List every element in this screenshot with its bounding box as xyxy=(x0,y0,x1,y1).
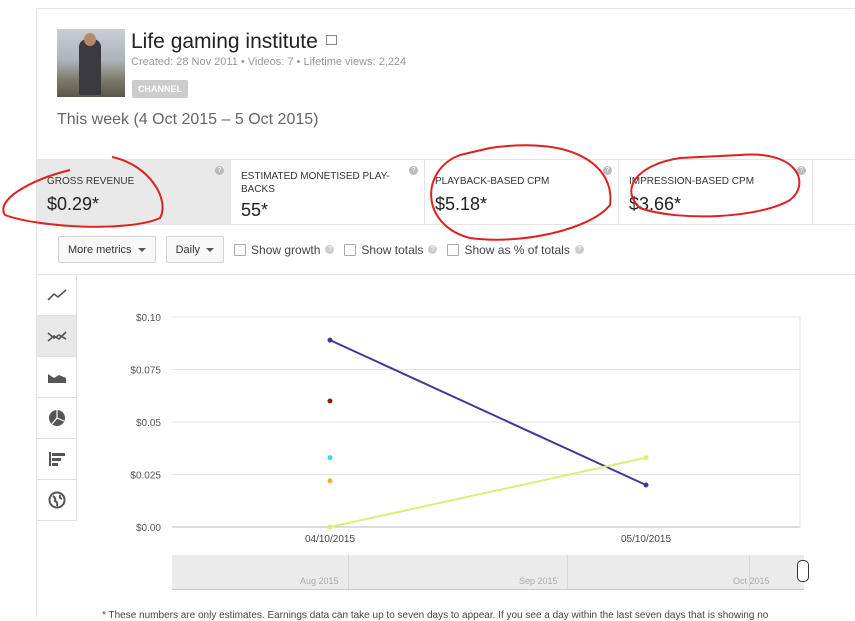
range-handle[interactable] xyxy=(797,560,809,582)
nav-label: Sep 2015 xyxy=(519,576,558,586)
date-range: This week (4 Oct 2015 – 5 Oct 2015) xyxy=(57,111,319,128)
x-tick-label: 05/10/2015 xyxy=(621,534,671,545)
series-line xyxy=(329,339,647,486)
line-chart-icon[interactable] xyxy=(37,275,77,316)
channel-avatar xyxy=(57,29,125,97)
help-icon[interactable]: ? xyxy=(325,245,335,254)
y-tick-label: $0.025 xyxy=(130,471,161,482)
x-tick-label: 04/10/2015 xyxy=(305,534,355,545)
metric-monetised-playbacks[interactable]: ? ESTIMATED MONETISED PLAY-BACKS 55* xyxy=(231,160,425,224)
help-icon[interactable]: ? xyxy=(428,245,438,254)
metric-impression-cpm[interactable]: ? IMPRESSION-BASED CPM $3.66* xyxy=(619,160,813,224)
nav-label: Aug 2015 xyxy=(300,576,339,586)
data-point xyxy=(327,337,333,343)
chart-type-selector xyxy=(37,275,77,521)
show-totals-checkbox[interactable]: Show totals? xyxy=(344,243,438,257)
channel-badge: CHANNEL xyxy=(132,80,188,98)
caret-down-icon xyxy=(137,247,146,252)
y-tick-label: $0.00 xyxy=(136,523,161,534)
timeline-navigator[interactable]: Aug 2015 Sep 2015 Oct 2015 xyxy=(172,555,809,590)
external-link-icon[interactable] xyxy=(325,35,337,45)
show-growth-checkbox[interactable]: Show growth? xyxy=(234,243,335,257)
channel-meta: Created: 28 Nov 2011 • Videos: 7 • Lifet… xyxy=(131,56,407,68)
divider xyxy=(37,274,855,275)
chart-controls: More metrics Daily Show growth? Show tot… xyxy=(58,236,584,263)
help-icon[interactable]: ? xyxy=(409,166,418,175)
metric-tabs: ? GROSS REVENUE $0.29* ? ESTIMATED MONETISE… xyxy=(37,159,855,225)
more-metrics-button[interactable]: More metrics xyxy=(58,236,156,263)
data-point xyxy=(643,482,649,488)
help-icon[interactable]: ? xyxy=(574,245,584,254)
data-point xyxy=(643,455,649,461)
series-line xyxy=(329,456,647,528)
data-point xyxy=(327,524,333,530)
data-point xyxy=(327,455,333,461)
bar-chart-icon[interactable] xyxy=(37,439,77,480)
y-tick-label: $0.05 xyxy=(136,418,161,429)
caret-down-icon xyxy=(206,247,215,252)
help-icon[interactable]: ? xyxy=(215,166,224,175)
metric-gross-revenue[interactable]: ? GROSS REVENUE $0.29* xyxy=(37,160,231,224)
data-point xyxy=(327,398,333,404)
channel-title[interactable]: Life gaming institute xyxy=(131,30,337,54)
multiline-chart-icon[interactable] xyxy=(37,316,77,357)
y-tick-label: $0.075 xyxy=(130,366,161,377)
revenue-chart: $0.00 $0.025 $0.05 $0.075 $0.10 04/10/2015 05/… xyxy=(130,313,801,545)
interval-dropdown[interactable]: Daily xyxy=(165,236,225,263)
stacked-area-icon[interactable] xyxy=(37,357,77,398)
footnote: * These numbers are only estimates. Earn… xyxy=(102,610,769,621)
show-pct-totals-checkbox[interactable]: Show as % of totals? xyxy=(447,243,584,257)
metric-playback-cpm[interactable]: ? PLAYBACK-BASED CPM $5.18* xyxy=(425,160,619,224)
help-icon[interactable]: ? xyxy=(603,166,612,175)
data-point xyxy=(327,478,333,484)
pie-chart-icon[interactable] xyxy=(37,398,77,439)
map-icon[interactable] xyxy=(37,480,77,521)
help-icon[interactable]: ? xyxy=(797,166,806,175)
nav-label: Oct 2015 xyxy=(733,576,770,586)
y-tick-label: $0.10 xyxy=(136,313,161,324)
